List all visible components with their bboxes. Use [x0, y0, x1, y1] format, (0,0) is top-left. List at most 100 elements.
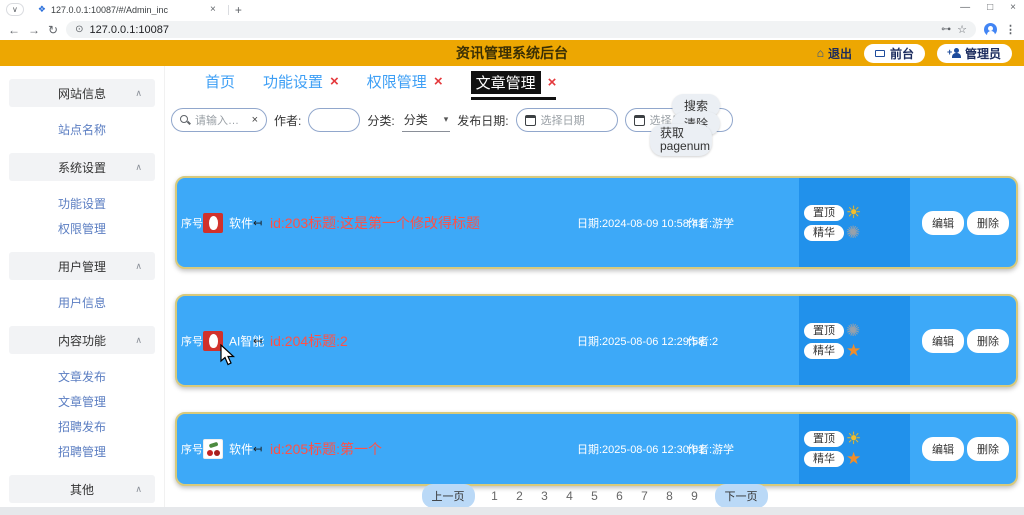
tab-search-icon[interactable]: ∨ — [6, 3, 24, 16]
window-close-button[interactable]: × — [1010, 2, 1016, 13]
back-icon[interactable]: ← — [8, 24, 20, 36]
sidebar-group-other[interactable]: 其他 ∧ — [9, 475, 155, 503]
left-arrow-icon: ↤ — [253, 217, 263, 229]
close-tab-icon[interactable]: × — [434, 74, 443, 89]
favicon: ❖ — [37, 4, 46, 14]
page-number[interactable]: 2 — [515, 489, 525, 503]
sidebar-item-article-publish[interactable]: 文章发布 — [0, 366, 164, 387]
chevron-up-icon: ∧ — [135, 334, 142, 345]
article-category: 软件 — [229, 442, 254, 457]
bank-icon: ⌂ — [816, 46, 824, 60]
password-key-icon[interactable]: ⊶ — [941, 24, 951, 35]
article-title[interactable]: id:203标题:这是第一个修改得标题 — [270, 213, 480, 233]
pin-top-button[interactable]: 置顶 — [804, 431, 844, 447]
sidebar-item-job-mgmt[interactable]: 招聘管理 — [0, 441, 164, 462]
profile-avatar[interactable] — [984, 23, 997, 36]
article-date: 日期:2024-08-09 10:58:41 — [577, 217, 705, 230]
frontend-button[interactable]: 前台 — [863, 43, 925, 63]
window-maximize-button[interactable]: □ — [987, 2, 993, 13]
feature-button[interactable]: 精华 — [804, 224, 844, 241]
sidebar-group-content[interactable]: 内容功能 ∧ — [9, 326, 155, 354]
page-number[interactable]: 8 — [665, 489, 675, 503]
edit-button[interactable]: 编辑 — [922, 328, 964, 353]
calendar-icon — [524, 114, 536, 126]
chevron-up-icon: ∧ — [135, 260, 142, 271]
next-page-button[interactable]: 下一页 — [714, 484, 768, 508]
category-select[interactable]: 分类 ▾ — [401, 108, 451, 132]
sidebar-item-permission-mgmt[interactable]: 权限管理 — [0, 218, 164, 239]
browser-tab[interactable]: ❖ 127.0.0.1:10087/#/Admin_inc × — [31, 1, 222, 18]
bookmark-star-icon[interactable]: ☆ — [957, 23, 967, 36]
edit-button[interactable]: 编辑 — [922, 437, 964, 461]
article-date: 日期:2025-08-06 12:29:58 — [577, 335, 705, 348]
main-content: 首页 功能设置 × 权限管理 × 文章管理 × 请输入… × 作者: 分类: 分… — [165, 66, 1024, 515]
close-tab-icon[interactable]: × — [330, 74, 339, 89]
address-bar[interactable]: ⊙ 127.0.0.1:10087 ⊶ ☆ — [66, 21, 976, 38]
browser-menu-icon[interactable]: ⋮ — [1005, 23, 1016, 36]
left-arrow-icon: ↤ — [253, 443, 263, 456]
browser-tab-strip: ∨ ❖ 127.0.0.1:10087/#/Admin_inc × + — □ … — [0, 0, 1024, 19]
feature-status-icon: ✺ — [846, 222, 861, 242]
pin-status-icon: ☀ — [846, 429, 862, 448]
page-number[interactable]: 9 — [690, 489, 700, 503]
url-text: 127.0.0.1:10087 — [89, 23, 169, 36]
page-number[interactable]: 5 — [590, 489, 600, 503]
article-card: 序号:2 软件 ↤ id:205标题:第一个 日期:2025-08-06 12:… — [175, 412, 1018, 486]
sidebar-item-user-info[interactable]: 用户信息 — [0, 292, 164, 313]
sidebar: 网站信息 ∧ 站点名称 系统设置 ∧ 功能设置 权限管理 用户管理 ∧ 用户信息… — [0, 66, 165, 515]
tab-home[interactable]: 首页 — [205, 71, 235, 95]
app-header: 资讯管理系统后台 ⌂ 退出 前台 管理员 — [0, 40, 1024, 66]
feature-button[interactable]: 精华 — [804, 342, 844, 359]
page-number[interactable]: 3 — [540, 489, 550, 503]
page-number[interactable]: 7 — [640, 489, 650, 503]
sidebar-item-function-settings[interactable]: 功能设置 — [0, 193, 164, 214]
calendar-icon — [633, 114, 645, 126]
site-info-icon[interactable]: ⊙ — [75, 24, 83, 35]
sidebar-item-site-name[interactable]: 站点名称 — [0, 119, 164, 140]
publish-date-label: 发布日期: — [457, 113, 509, 128]
delete-button[interactable]: 删除 — [967, 210, 1009, 235]
delete-button[interactable]: 删除 — [967, 437, 1009, 461]
close-tab-icon[interactable]: × — [548, 75, 557, 90]
page-number[interactable]: 6 — [615, 489, 625, 503]
edit-button[interactable]: 编辑 — [922, 210, 964, 235]
date-start-input[interactable]: 选择日期 — [515, 108, 618, 132]
sidebar-group-site-info[interactable]: 网站信息 ∧ — [9, 79, 155, 107]
delete-button[interactable]: 删除 — [967, 328, 1009, 353]
feature-status-icon: ★ — [846, 449, 862, 468]
chevron-up-icon: ∧ — [135, 161, 142, 172]
pin-top-button[interactable]: 置顶 — [804, 204, 844, 221]
tab-close-icon[interactable]: × — [210, 4, 216, 15]
tab-permission-mgmt[interactable]: 权限管理 × — [367, 71, 443, 95]
prev-page-button[interactable]: 上一页 — [421, 484, 475, 508]
forward-icon[interactable]: → — [28, 24, 40, 36]
logout-button[interactable]: ⌂ 退出 — [817, 45, 852, 62]
article-title[interactable]: id:205标题:第一个 — [270, 439, 382, 459]
article-toggle-band: 置顶 ☀ 精华 ✺ — [799, 178, 910, 267]
browser-tab-title: 127.0.0.1:10087/#/Admin_inc — [50, 4, 169, 15]
article-category: 软件 — [229, 216, 254, 230]
bottom-strip — [0, 507, 1024, 515]
new-tab-button[interactable]: + — [235, 3, 242, 17]
author-label: 作者: — [274, 113, 302, 128]
page-title: 资讯管理系统后台 — [456, 45, 568, 61]
feature-button[interactable]: 精华 — [804, 451, 844, 467]
get-pagenum-button[interactable]: 获取 pagenum — [650, 124, 712, 156]
tab-article-mgmt[interactable]: 文章管理 × — [470, 71, 557, 100]
tab-function-settings[interactable]: 功能设置 × — [263, 71, 339, 95]
sidebar-item-job-publish[interactable]: 招聘发布 — [0, 416, 164, 437]
admin-button[interactable]: 管理员 — [936, 43, 1012, 63]
sidebar-group-system-settings[interactable]: 系统设置 ∧ — [9, 153, 155, 181]
page-number[interactable]: 1 — [490, 489, 500, 503]
clear-search-icon[interactable]: × — [252, 114, 258, 126]
reload-icon[interactable]: ↻ — [48, 24, 58, 36]
author-input[interactable] — [308, 108, 361, 132]
article-title[interactable]: id:204标题:2 — [270, 331, 348, 351]
sidebar-group-user-mgmt[interactable]: 用户管理 ∧ — [9, 252, 155, 280]
page-number[interactable]: 4 — [565, 489, 575, 503]
person-add-icon — [947, 47, 961, 59]
search-input[interactable]: 请输入… × — [171, 108, 267, 132]
window-minimize-button[interactable]: — — [960, 2, 970, 13]
pin-top-button[interactable]: 置顶 — [804, 322, 844, 339]
sidebar-item-article-mgmt[interactable]: 文章管理 — [0, 391, 164, 412]
